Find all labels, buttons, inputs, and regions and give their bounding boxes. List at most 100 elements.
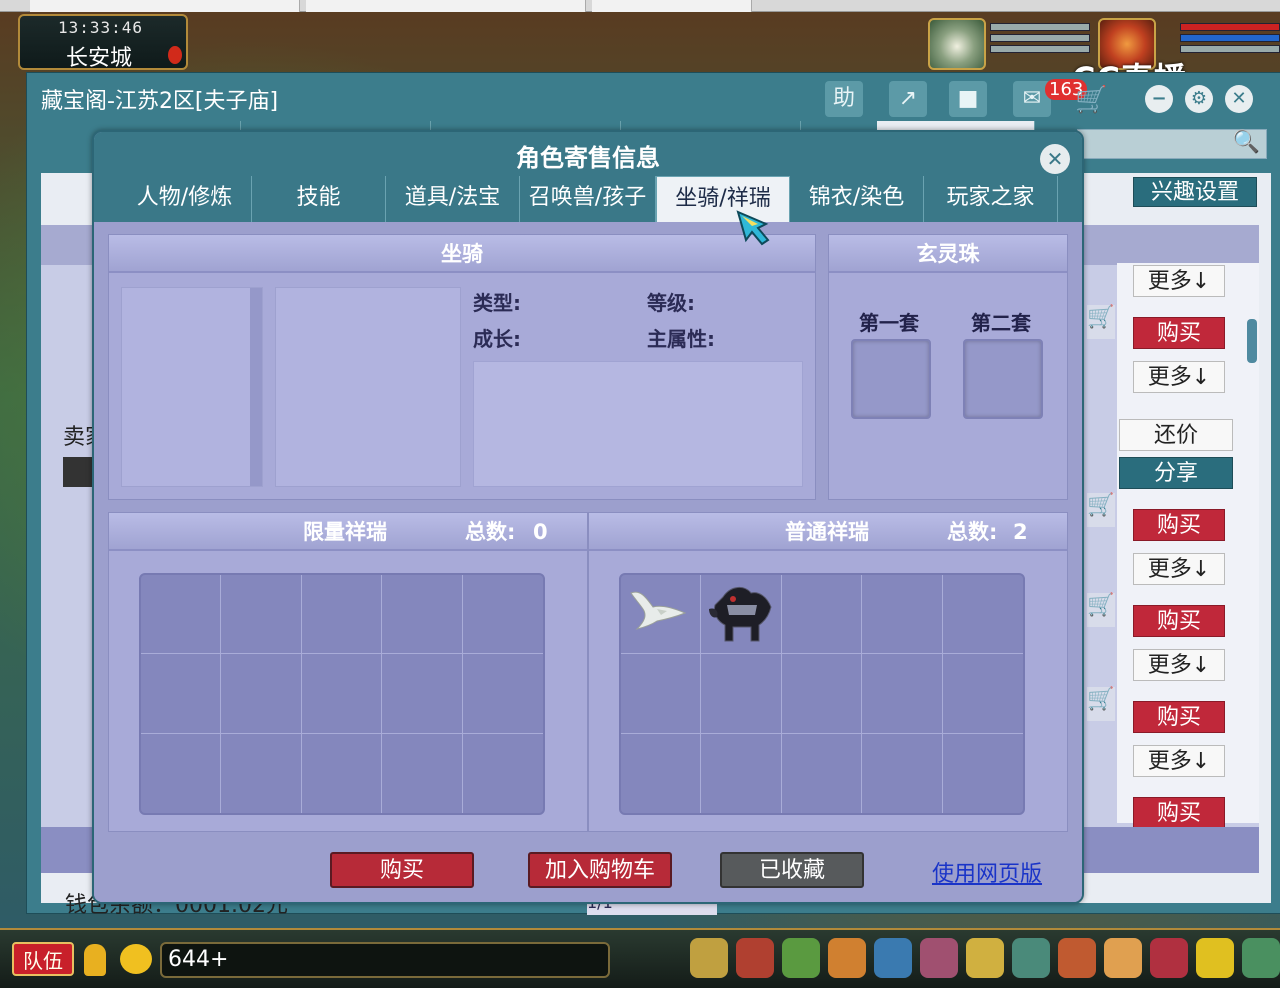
buy-button[interactable]: 购买	[1133, 317, 1225, 349]
leaf-icon[interactable]	[782, 938, 820, 978]
more-button[interactable]: 更多↓	[1133, 265, 1225, 297]
map-icon[interactable]	[1012, 938, 1050, 978]
more-button[interactable]: 更多↓	[1133, 553, 1225, 585]
tab-character[interactable]: 人物/修炼	[118, 176, 252, 222]
friends-icon[interactable]	[1150, 938, 1188, 978]
grid-slot[interactable]	[781, 654, 863, 734]
tab-outfits[interactable]: 锦衣/染色	[790, 176, 924, 222]
shield-icon[interactable]	[828, 938, 866, 978]
smiley-icon[interactable]	[1196, 938, 1234, 978]
mount-level-label: 等级:	[647, 291, 695, 315]
grid-slot[interactable]	[462, 575, 543, 655]
grid-slot[interactable]	[701, 654, 782, 734]
share-arrow-icon[interactable]: ↗	[889, 81, 927, 117]
grid-slot[interactable]	[701, 733, 782, 813]
grid-slot[interactable]	[382, 575, 463, 655]
set-one-slot[interactable]	[851, 339, 931, 419]
mount-portrait-slot[interactable]	[121, 287, 263, 487]
web-version-link[interactable]: 使用网页版	[932, 856, 1042, 888]
tab-summons[interactable]: 召唤兽/孩子	[520, 176, 656, 222]
buy-button[interactable]: 购买	[1133, 605, 1225, 637]
grid-slot[interactable]	[141, 733, 222, 813]
team-button[interactable]: 队伍	[12, 942, 74, 976]
grid-slot[interactable]	[942, 654, 1023, 734]
favorited-button[interactable]: 已收藏	[720, 852, 864, 888]
more-button[interactable]: 更多↓	[1133, 361, 1225, 393]
market-search-input[interactable]: 🔍	[1077, 129, 1267, 159]
tab-items[interactable]: 道具/法宝	[386, 176, 520, 222]
grid-slot[interactable]	[301, 575, 383, 655]
grid-slot[interactable]	[463, 734, 543, 813]
potion-icon[interactable]	[874, 938, 912, 978]
grid-slot[interactable]	[621, 654, 702, 734]
bag-icon[interactable]	[920, 938, 958, 978]
grid-slot[interactable]	[221, 575, 302, 655]
share-button[interactable]: 分享	[1119, 457, 1233, 489]
grid-slot[interactable]	[781, 575, 863, 655]
set-two-slot[interactable]	[963, 339, 1043, 419]
channel-count: 644+	[160, 942, 610, 978]
mount-preview-slot[interactable]	[275, 287, 461, 487]
add-cart-icon[interactable]: 🛒	[1087, 593, 1115, 627]
chest-icon[interactable]	[736, 938, 774, 978]
grid-slot[interactable]	[221, 654, 302, 734]
buy-button[interactable]: 购买	[330, 852, 474, 888]
skill-icon-strip	[690, 938, 1280, 984]
gear-icon[interactable]: ⚙	[1185, 85, 1213, 113]
stop-icon[interactable]: ■	[949, 81, 987, 117]
microphone-icon[interactable]	[84, 944, 106, 976]
more-button[interactable]: 更多↓	[1133, 745, 1225, 777]
tab-skills[interactable]: 技能	[252, 176, 386, 222]
grid-slot[interactable]	[782, 733, 863, 813]
grid-slot[interactable]	[382, 654, 463, 734]
grid-slot[interactable]	[862, 654, 943, 734]
peach-icon[interactable]	[1104, 938, 1142, 978]
grid-slot[interactable]	[862, 733, 943, 813]
xiangrui-slot-wolf[interactable]	[701, 575, 782, 655]
grid-slot[interactable]	[943, 734, 1023, 813]
grid-slot[interactable]	[141, 575, 222, 655]
limited-total-label: 总数:	[465, 520, 516, 544]
grid-slot[interactable]	[621, 733, 702, 813]
tab-home[interactable]: 玩家之家	[924, 176, 1058, 222]
counter-offer-button[interactable]: 还价	[1119, 419, 1233, 451]
search-icon[interactable]: 🔍	[1233, 130, 1260, 155]
sword-icon[interactable]	[690, 938, 728, 978]
minimap-clock[interactable]: 13:33:46 长安城	[18, 14, 188, 71]
grid-slot[interactable]	[862, 575, 943, 655]
close-icon[interactable]: ✕	[1040, 144, 1070, 174]
add-cart-icon[interactable]: 🛒	[1087, 493, 1115, 527]
cart-icon[interactable]: 🛒	[1075, 85, 1115, 117]
grid-slot[interactable]	[221, 733, 302, 813]
add-cart-icon[interactable]: 🛒	[1087, 305, 1115, 339]
flag-icon[interactable]	[1058, 938, 1096, 978]
chat-bubble-icon[interactable]	[120, 944, 152, 974]
grid-slot[interactable]	[301, 654, 383, 734]
buy-button[interactable]: 购买	[1133, 509, 1225, 541]
browser-tab[interactable]	[592, 0, 752, 12]
close-icon[interactable]: ✕	[1225, 85, 1253, 113]
listing-scrollbar[interactable]	[1247, 319, 1257, 363]
normal-xiangrui-grid	[619, 573, 1025, 815]
add-cart-icon[interactable]: 🛒	[1087, 687, 1115, 721]
mount-description-box	[473, 361, 803, 487]
buy-button[interactable]: 购买	[1133, 701, 1225, 733]
grid-slot[interactable]	[141, 654, 222, 734]
xiangrui-slot-crane[interactable]	[621, 575, 702, 655]
market-window-title: 藏宝阁-江苏2区[夫子庙]	[41, 89, 279, 114]
minimize-icon[interactable]: −	[1145, 85, 1173, 113]
browser-tab[interactable]	[306, 0, 586, 12]
more-button[interactable]: 更多↓	[1133, 649, 1225, 681]
grid-slot[interactable]	[302, 733, 383, 813]
grid-slot[interactable]	[382, 733, 463, 813]
buy-button[interactable]: 购买	[1133, 797, 1225, 829]
system-icon[interactable]	[1242, 938, 1280, 978]
add-to-cart-button[interactable]: 加入购物车	[528, 852, 672, 888]
interest-settings-button[interactable]: 兴趣设置	[1133, 177, 1257, 207]
grid-slot[interactable]	[942, 575, 1023, 655]
browser-tab[interactable]	[30, 0, 300, 12]
grid-slot[interactable]	[462, 654, 543, 734]
scroll-icon[interactable]	[966, 938, 1004, 978]
help-button[interactable]: 助	[825, 81, 863, 117]
pet-portrait[interactable]	[928, 18, 986, 70]
